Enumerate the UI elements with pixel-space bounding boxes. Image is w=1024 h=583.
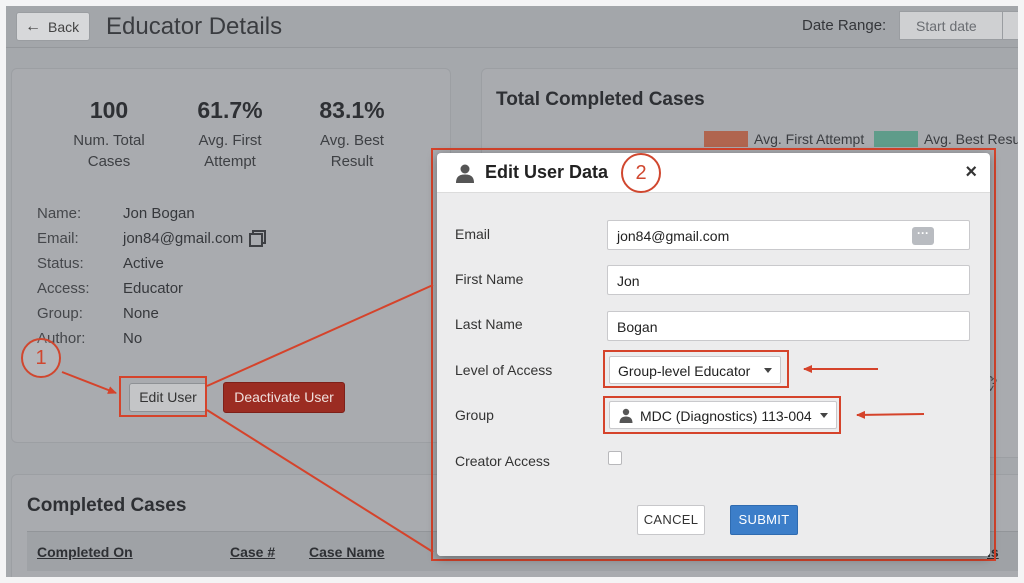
highlight-group [603,396,841,434]
info-value: None [123,305,159,322]
column-case-number[interactable]: Case # [230,544,275,560]
info-key: Access: [37,280,90,297]
arrow-left-icon: ← [25,17,41,35]
info-value: Educator [123,280,184,297]
stat-total-cases: 100 Num. Total Cases [54,97,164,172]
modal-title: Edit User Data [485,162,609,182]
user-icon [456,164,474,183]
stat-label-line: Avg. First [198,132,262,149]
page-title: Educator Details [106,13,283,40]
email-value: jon84@gmail.com [617,228,730,244]
legend-first-attempt: Avg. First Attempt [704,131,864,147]
info-group: Group: None [37,305,159,322]
stat-label-line: Avg. Best [320,132,384,149]
cancel-button[interactable]: CANCEL [637,505,705,535]
info-key: Email: [37,230,79,247]
stat-label-line: Num. Total [73,132,145,149]
creator-access-checkbox[interactable] [608,451,622,465]
last-name-label: Last Name [455,316,523,332]
stat-label: Avg. Best Result [297,130,407,172]
creator-access-label: Creator Access [455,453,550,469]
info-access: Access: Educator [37,280,183,297]
back-button-label: Back [48,18,80,35]
first-name-field[interactable]: Jon [607,265,970,295]
email-label: Email [455,226,491,242]
legend-label: Avg. Best Resul [924,131,1018,147]
legend-swatch-first [704,131,748,147]
access-level-label: Level of Access [455,362,553,378]
highlight-edit-user [119,376,207,417]
end-date-input[interactable] [1002,11,1018,40]
top-bar: ← Back Educator Details Date Range: Star… [6,6,1018,48]
copy-icon[interactable] [249,230,267,247]
educator-summary-panel: 100 Num. Total Cases 61.7% Avg. First At… [11,68,451,443]
close-icon[interactable]: × [965,161,977,184]
legend-label: Avg. First Attempt [754,131,865,147]
stat-label: Avg. First Attempt [175,130,285,172]
start-date-input[interactable]: Start date [899,11,1003,40]
deactivate-user-button[interactable]: Deactivate User [223,382,345,413]
step-marker-2: 2 [621,153,661,193]
info-name: Name: Jon Bogan [37,205,195,222]
stat-label-line: Cases [87,153,131,170]
step-marker-1: 1 [21,338,61,378]
legend-swatch-best [874,131,918,147]
modal-header: Edit User Data × [437,153,990,193]
info-value: No [123,330,143,347]
info-value: Active [123,255,164,272]
stat-value: 61.7% [197,97,263,123]
first-name-label: First Name [455,271,524,287]
stat-first-attempt: 61.7% Avg. First Attempt [175,97,285,172]
info-value: jon84@gmail.com [123,230,244,247]
stat-label-line: Attempt [204,153,256,170]
stat-label-line: Result [330,153,374,170]
more-icon[interactable]: ··· [912,227,934,245]
chart-title: Total Completed Cases [496,89,705,110]
highlight-access-level [603,350,789,388]
stat-best-result: 83.1% Avg. Best Result [297,97,407,172]
completed-cases-title: Completed Cases [27,495,187,516]
email-field[interactable]: jon84@gmail.com ··· [607,220,970,250]
info-email: Email: jon84@gmail.com [37,230,267,247]
stat-label: Num. Total Cases [54,130,164,172]
info-status: Status: Active [37,255,164,272]
date-range-label: Date Range: [802,17,887,34]
back-button[interactable]: ← Back [16,12,90,41]
stat-value: 83.1% [319,97,385,123]
last-name-field[interactable]: Bogan [607,311,970,341]
column-case-name[interactable]: Case Name [309,544,385,560]
column-completed-on[interactable]: Completed On [37,544,133,560]
info-key: Status: [37,255,84,272]
info-value: Jon Bogan [123,205,195,222]
stat-value: 100 [89,97,129,123]
legend-best-result: Avg. Best Resul [874,131,1018,147]
submit-button[interactable]: SUBMIT [730,505,798,535]
group-label: Group [455,407,494,423]
info-key: Name: [37,205,82,222]
info-key: Group: [37,305,83,322]
